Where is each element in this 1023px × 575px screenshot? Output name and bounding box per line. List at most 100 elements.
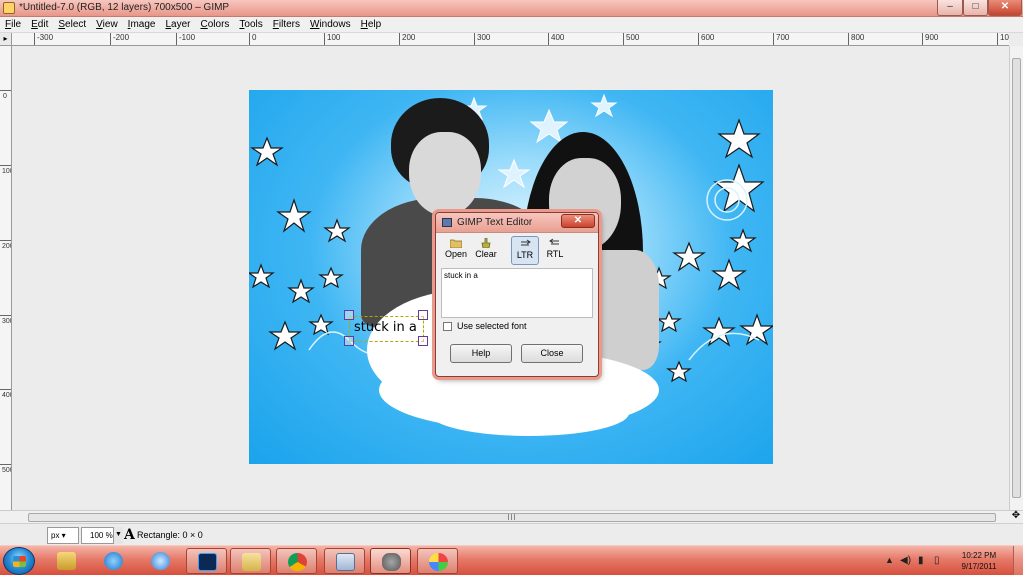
ruler-label: 600 — [701, 33, 715, 42]
horizontal-ruler[interactable]: -300 -200 -100 0 100 200 300 400 500 600… — [12, 33, 1009, 46]
status-message: Rectangle: 0 × 0 — [137, 530, 203, 540]
taskbar-google-chrome[interactable] — [276, 548, 317, 574]
dialog-close-button[interactable]: ✕ — [561, 214, 595, 228]
windows-logo-icon — [13, 556, 26, 567]
taskbar-internet-explorer[interactable] — [93, 548, 134, 574]
ruler-label: 200 — [2, 243, 11, 250]
ruler-label: 400 — [2, 392, 11, 399]
ruler-label: 0 — [3, 93, 7, 100]
taskbar: ▲ ◀) ▮ ▯ 10:22 PM 9/17/2011 — [0, 545, 1023, 575]
start-button[interactable] — [3, 547, 35, 575]
dialog-window-icon — [442, 218, 452, 227]
network-icon[interactable]: ▮ — [918, 555, 924, 566]
horizontal-scrollbar[interactable] — [0, 510, 1023, 523]
title-bar: *Untitled-7.0 (RGB, 12 layers) 700x500 –… — [0, 0, 1023, 17]
paint-icon — [429, 553, 448, 571]
text-ltr-icon — [521, 239, 531, 246]
resize-handle[interactable] — [418, 310, 428, 320]
ruler-label: 500 — [626, 33, 640, 42]
menu-image[interactable]: Image — [123, 17, 161, 32]
chrome-icon — [288, 553, 307, 571]
help-button[interactable]: Help — [450, 344, 512, 363]
taskbar-gimp[interactable] — [370, 548, 411, 574]
menu-layer[interactable]: Layer — [160, 17, 195, 32]
maximize-button[interactable]: □ — [963, 0, 988, 16]
text-edit-area[interactable]: stuck in a — [441, 268, 593, 318]
ruler-label: 1000 — [1000, 33, 1009, 42]
taskbar-itunes[interactable] — [140, 548, 181, 574]
menu-help[interactable]: Help — [356, 17, 387, 32]
taskbar-image-viewer[interactable] — [324, 548, 365, 574]
cloud-shape — [429, 390, 629, 436]
navigate-icon[interactable]: ✥ — [1009, 510, 1023, 523]
power-icon[interactable]: ▯ — [934, 555, 940, 566]
ruler-label: 200 — [402, 33, 416, 42]
folder-icon — [242, 553, 261, 571]
menu-view[interactable]: View — [91, 17, 123, 32]
use-selected-font-label[interactable]: Use selected font — [457, 321, 527, 331]
text-layer-content[interactable]: stuck in a — [354, 320, 417, 335]
ruler-label: 0 — [252, 33, 257, 42]
resize-handle[interactable] — [418, 336, 428, 346]
menu-colors[interactable]: Colors — [195, 17, 234, 32]
ruler-label: -200 — [113, 33, 130, 42]
menu-filters[interactable]: Filters — [268, 17, 305, 32]
use-selected-font-checkbox[interactable] — [443, 322, 452, 331]
ruler-corner-toggle[interactable]: ▸ — [0, 33, 12, 46]
close-button[interactable]: ✕ — [988, 0, 1022, 16]
resize-handle[interactable] — [344, 336, 354, 346]
ltr-label: LTR — [516, 250, 534, 260]
menu-file[interactable]: File — [0, 17, 26, 32]
open-button[interactable]: Open — [442, 236, 470, 265]
menu-edit[interactable]: Edit — [26, 17, 53, 32]
itunes-icon — [151, 552, 170, 570]
ruler-label: 100 — [2, 168, 11, 175]
gimp-app-icon[interactable] — [3, 2, 15, 14]
vertical-ruler[interactable]: 0 100 200 300 400 500 — [0, 46, 12, 510]
unit-select[interactable]: px ▾ — [47, 527, 79, 544]
volume-icon[interactable]: ◀) — [900, 555, 911, 566]
minimize-button[interactable]: – — [937, 0, 963, 16]
ruler-label: 900 — [925, 33, 939, 42]
taskbar-file-explorer[interactable] — [230, 548, 271, 574]
clear-label: Clear — [475, 249, 497, 259]
rtl-label: RTL — [546, 249, 564, 259]
taskbar-windows-explorer[interactable] — [46, 548, 87, 574]
folder-icon — [450, 239, 462, 248]
ruler-label: 800 — [851, 33, 865, 42]
rtl-button[interactable]: RTL — [541, 236, 569, 265]
taskbar-paint[interactable] — [417, 548, 458, 574]
clear-button[interactable]: Clear — [472, 236, 500, 265]
show-desktop-button[interactable] — [1013, 546, 1023, 575]
menu-select[interactable]: Select — [53, 17, 91, 32]
window-title: *Untitled-7.0 (RGB, 12 layers) 700x500 –… — [19, 2, 230, 13]
ltr-button[interactable]: LTR — [511, 236, 539, 265]
vertical-scroll-thumb[interactable] — [1012, 58, 1021, 498]
menu-tools[interactable]: Tools — [234, 17, 267, 32]
text-rtl-icon — [549, 238, 559, 245]
text-editor-toolbar: Open Clear LTR RTL — [440, 236, 596, 266]
broom-icon — [481, 238, 491, 248]
menu-windows[interactable]: Windows — [305, 17, 356, 32]
resize-handle[interactable] — [344, 310, 354, 320]
ruler-label: 300 — [2, 318, 11, 325]
dialog-title: GIMP Text Editor — [457, 217, 533, 228]
person-left-face — [409, 132, 481, 216]
clock-time: 10:22 PM — [961, 551, 997, 560]
zoom-dropdown-arrow-icon[interactable]: ▼ — [113, 527, 123, 544]
ruler-label: 500 — [2, 467, 11, 474]
ruler-label: 400 — [551, 33, 565, 42]
ruler-label: -300 — [37, 33, 54, 42]
system-clock[interactable]: 10:22 PM 9/17/2011 — [949, 550, 1009, 572]
image-viewer-icon — [336, 553, 355, 571]
ruler-label: 700 — [776, 33, 790, 42]
vertical-scrollbar[interactable] — [1009, 46, 1023, 510]
taskbar-photoshop[interactable] — [186, 548, 227, 574]
internet-explorer-icon — [104, 552, 123, 570]
dialog-close-text-button[interactable]: Close — [521, 344, 583, 363]
ruler-label: 300 — [477, 33, 491, 42]
photoshop-icon — [198, 553, 217, 571]
tray-expand-icon[interactable]: ▲ — [885, 555, 894, 565]
folder-icon — [57, 552, 76, 570]
text-editor-dialog: GIMP Text Editor ✕ Open Clear LTR RTL st… — [435, 212, 599, 377]
